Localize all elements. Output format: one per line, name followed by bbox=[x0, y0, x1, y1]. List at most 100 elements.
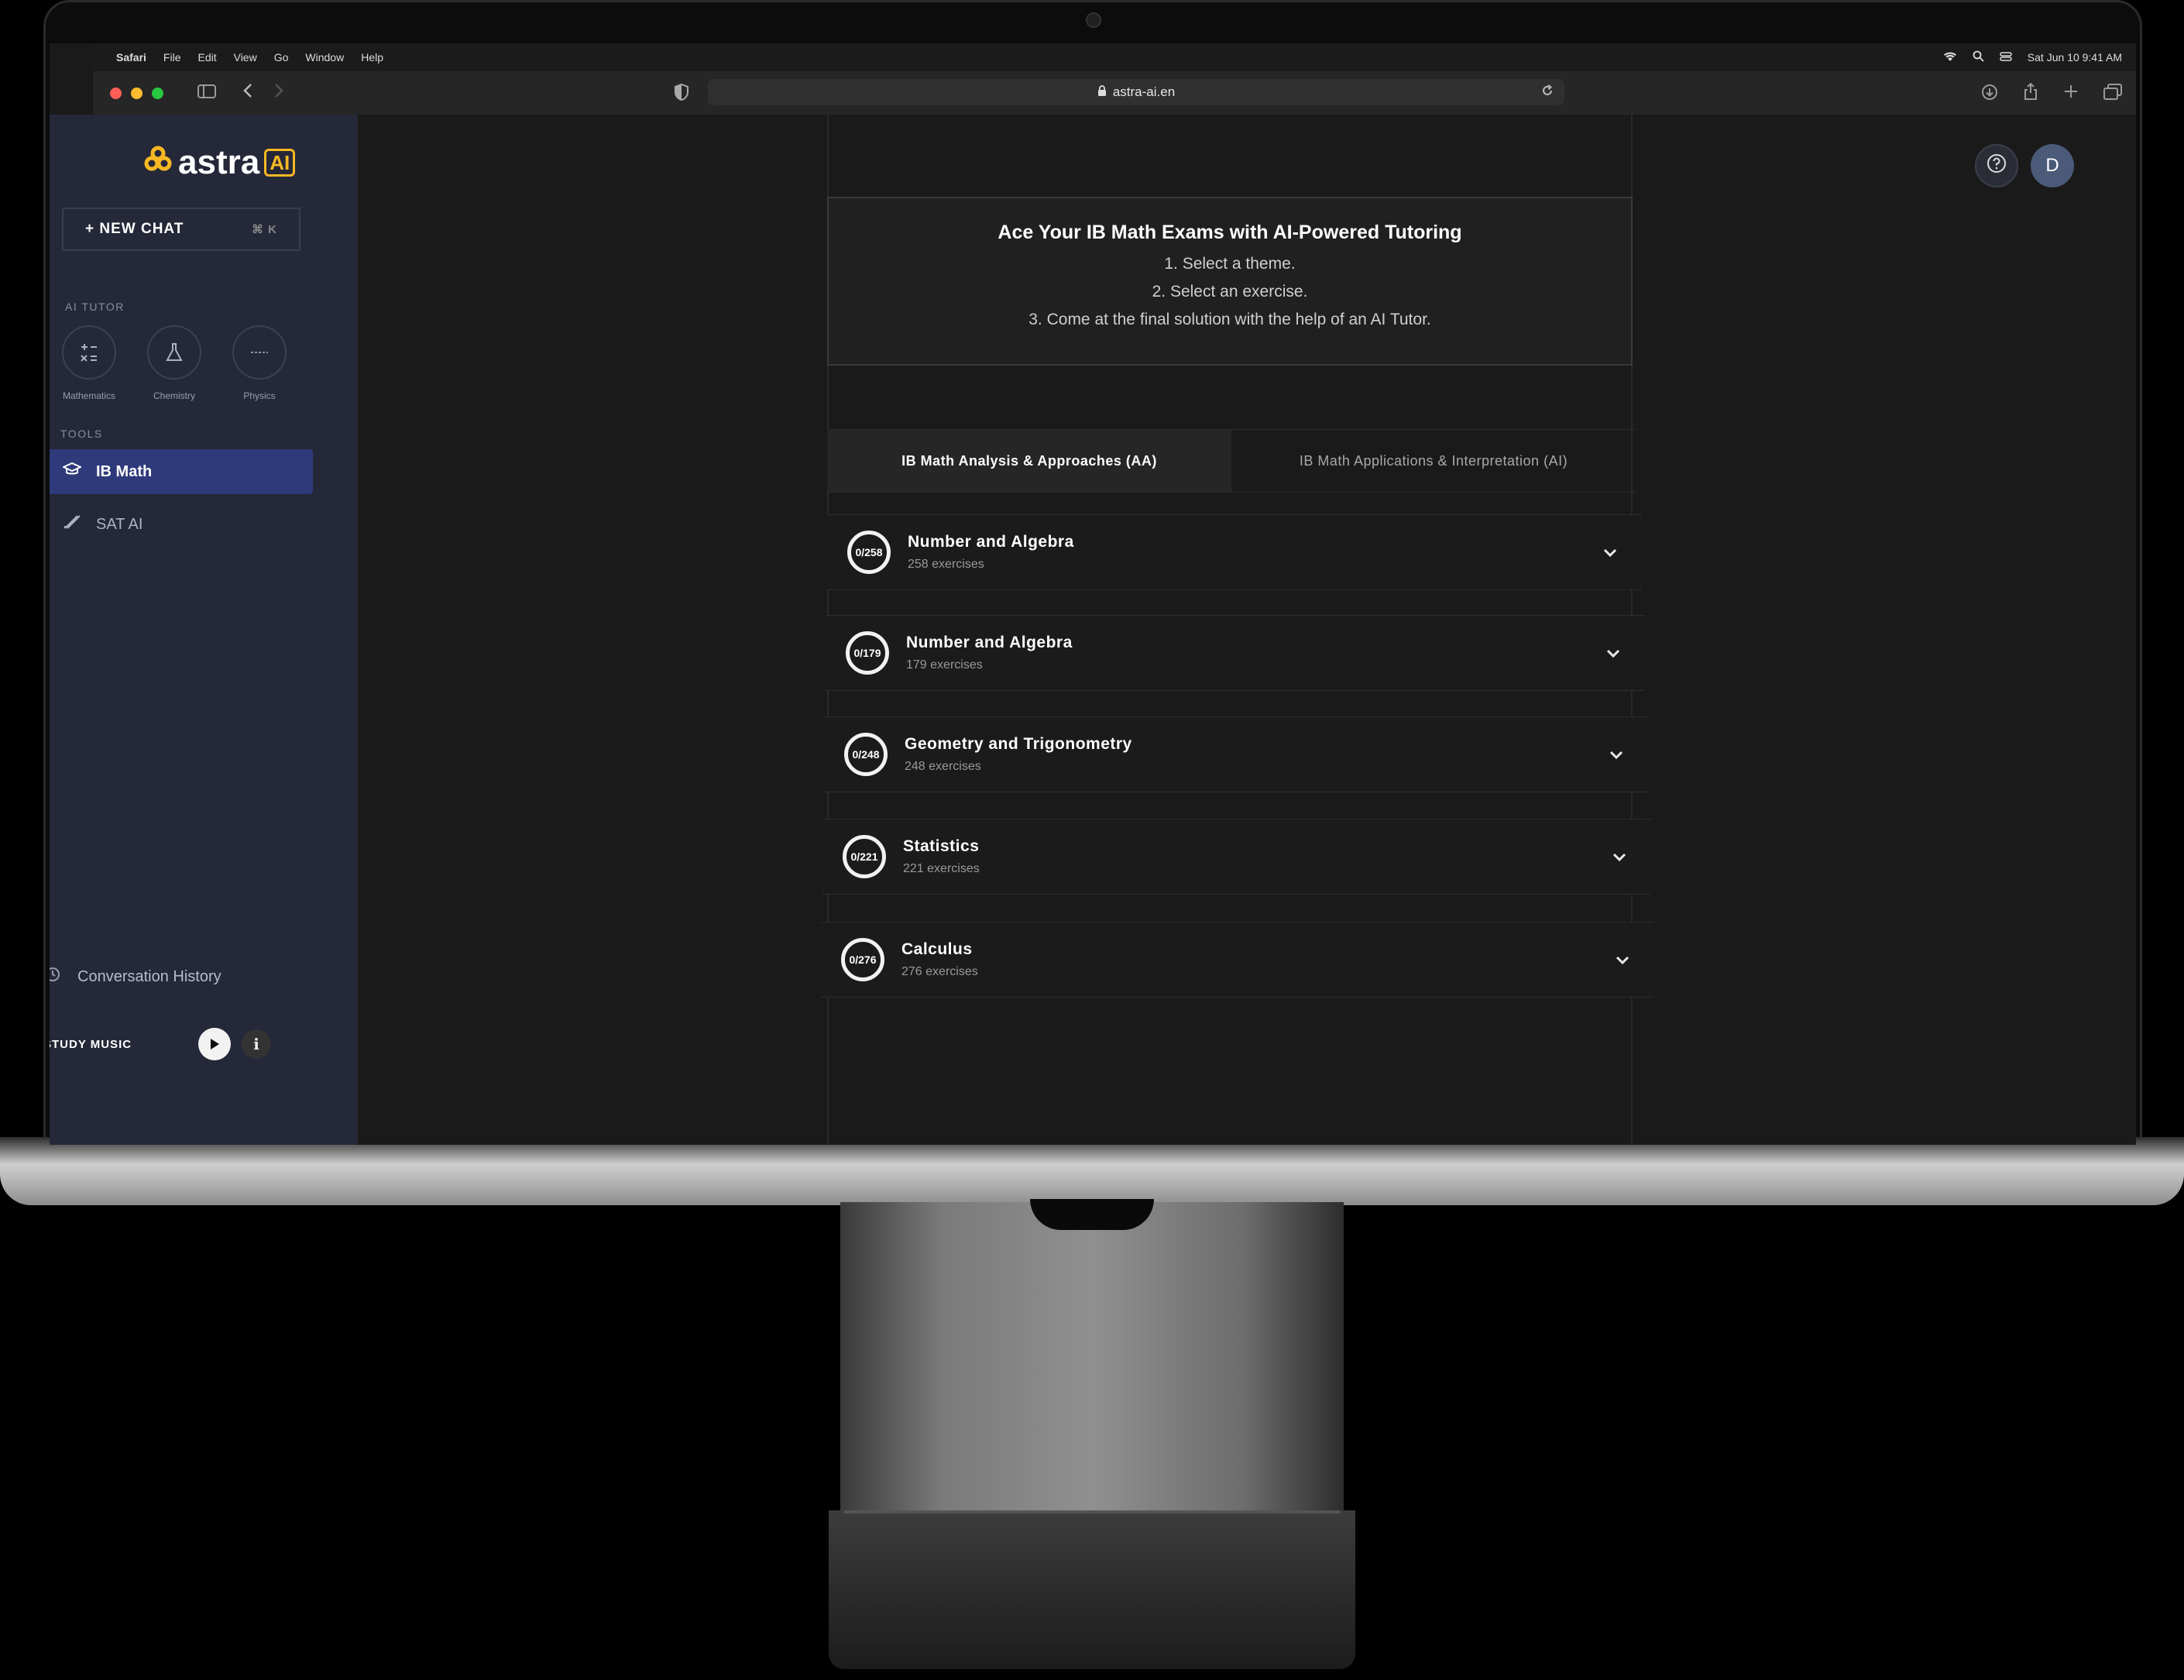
topic-name: Calculus bbox=[901, 940, 973, 958]
menubar-clock[interactable]: Sat Jun 10 9:41 AM bbox=[2028, 51, 2122, 64]
tutor-label: Chemistry bbox=[153, 390, 195, 401]
ai-tutor-section-label: AI TUTOR bbox=[65, 301, 125, 313]
menu-bar: Safari File Edit View Go Window Help Sat… bbox=[93, 43, 2136, 71]
new-tab-icon[interactable] bbox=[2063, 84, 2079, 104]
stand-notch bbox=[1030, 1199, 1154, 1230]
tool-ib-math[interactable]: IB Math bbox=[50, 449, 313, 494]
menu-edit[interactable]: Edit bbox=[197, 51, 216, 64]
graduation-cap-icon bbox=[61, 462, 83, 482]
lock-icon bbox=[1097, 84, 1107, 100]
tutor-physics[interactable]: Physics bbox=[232, 325, 287, 401]
new-chat-label: + NEW CHAT bbox=[85, 221, 184, 237]
topic-row[interactable]: 0/221 Statistics 221 exercises bbox=[822, 819, 1651, 895]
topic-name: Number and Algebra bbox=[908, 533, 1074, 551]
progress-ring: 0/276 bbox=[841, 938, 884, 981]
privacy-shield-icon[interactable] bbox=[674, 83, 689, 105]
chevron-down-icon[interactable] bbox=[1609, 744, 1623, 764]
address-bar[interactable]: astra-ai.en bbox=[708, 79, 1564, 105]
progress-ring: 0/179 bbox=[846, 631, 889, 675]
course-tabs: IB Math Analysis & Approaches (AA) IB Ma… bbox=[827, 429, 1636, 493]
wifi-icon[interactable] bbox=[1943, 51, 1957, 64]
topic-row[interactable]: 0/248 Geometry and Trigonometry 248 exer… bbox=[824, 716, 1648, 792]
minimize-window-button[interactable] bbox=[131, 87, 143, 99]
tool-sat-ai[interactable]: SAT AI bbox=[50, 502, 302, 547]
hero-step-1: 1. Select a theme. bbox=[1164, 255, 1296, 273]
menu-help[interactable]: Help bbox=[361, 51, 383, 64]
menu-go[interactable]: Go bbox=[274, 51, 289, 64]
share-icon[interactable] bbox=[2023, 82, 2038, 105]
stand-seam bbox=[844, 1510, 1340, 1513]
new-chat-button[interactable]: + NEW CHAT ⌘ K bbox=[62, 208, 300, 251]
zoom-window-button[interactable] bbox=[152, 87, 163, 99]
forward-icon[interactable] bbox=[273, 83, 284, 103]
tutor-label: Physics bbox=[243, 390, 276, 401]
hero-card: Ace Your IB Math Exams with AI-Powered T… bbox=[827, 197, 1633, 366]
camera-icon bbox=[1086, 12, 1101, 28]
tools-section-label: TOOLS bbox=[60, 428, 103, 440]
study-music-bar: STUDY MUSIC i bbox=[50, 1019, 290, 1069]
new-chat-shortcut: ⌘ K bbox=[252, 223, 277, 236]
menu-window[interactable]: Window bbox=[305, 51, 344, 64]
screen: Safari File Edit View Go Window Help Sat… bbox=[50, 43, 2136, 1145]
close-window-button[interactable] bbox=[110, 87, 122, 99]
tab-applications-interpretation[interactable]: IB Math Applications & Interpretation (A… bbox=[1231, 430, 1636, 492]
topic-name: Number and Algebra bbox=[906, 634, 1073, 651]
tool-label: IB Math bbox=[96, 462, 153, 480]
history-label: Conversation History bbox=[77, 967, 221, 985]
tab-overview-icon[interactable] bbox=[2103, 84, 2122, 105]
spotlight-search-icon[interactable] bbox=[1973, 50, 1984, 64]
logo-text: astra bbox=[178, 143, 260, 181]
url-text: astra-ai.en bbox=[1112, 84, 1176, 99]
topic-count: 248 exercises bbox=[905, 760, 981, 773]
control-center-icon[interactable] bbox=[2000, 51, 2012, 64]
history-clock-icon bbox=[50, 965, 62, 988]
sidebar: astra AI + NEW CHAT ⌘ K AI TUTOR Mathema… bbox=[50, 115, 358, 1145]
chevron-down-icon[interactable] bbox=[1606, 643, 1620, 663]
logo-badge: AI bbox=[264, 148, 296, 177]
atom-icon bbox=[232, 325, 287, 380]
monitor-chin bbox=[0, 1137, 2184, 1205]
topic-count: 276 exercises bbox=[901, 965, 978, 978]
hero-step-3: 3. Come at the final solution with the h… bbox=[1028, 311, 1431, 328]
topic-row[interactable]: 0/276 Calculus 276 exercises bbox=[821, 922, 1654, 998]
stand-base bbox=[829, 1510, 1355, 1669]
chevron-down-icon[interactable] bbox=[1616, 950, 1629, 970]
chevron-down-icon[interactable] bbox=[1612, 847, 1626, 867]
math-symbols-icon bbox=[62, 325, 116, 380]
chevron-down-icon[interactable] bbox=[1603, 542, 1617, 562]
topic-count: 258 exercises bbox=[908, 558, 984, 571]
flask-icon bbox=[147, 325, 201, 380]
topic-row[interactable]: 0/179 Number and Algebra 179 exercises bbox=[826, 615, 1645, 691]
avatar[interactable]: D bbox=[2031, 144, 2074, 187]
tab-analysis-approaches[interactable]: IB Math Analysis & Approaches (AA) bbox=[827, 430, 1231, 492]
back-icon[interactable] bbox=[242, 83, 253, 103]
pencil-ruler-icon bbox=[62, 514, 82, 535]
topic-count: 221 exercises bbox=[903, 862, 980, 875]
sidebar-toggle-icon[interactable] bbox=[197, 83, 216, 103]
tool-label: SAT AI bbox=[96, 515, 143, 533]
study-music-label: STUDY MUSIC bbox=[50, 1037, 132, 1051]
astra-logo-mark-icon bbox=[143, 143, 173, 182]
astra-logo[interactable]: astra AI bbox=[143, 143, 296, 182]
hero-step-2: 2. Select an exercise. bbox=[1152, 283, 1308, 301]
topic-row[interactable]: 0/258 Number and Algebra 258 exercises bbox=[827, 514, 1642, 590]
browser-toolbar: astra-ai.en bbox=[93, 71, 2136, 115]
progress-ring: 0/248 bbox=[844, 733, 888, 776]
info-icon[interactable]: i bbox=[242, 1029, 271, 1059]
conversation-history-link[interactable]: Conversation History bbox=[50, 965, 221, 988]
topic-count: 179 exercises bbox=[906, 658, 983, 672]
progress-ring: 0/221 bbox=[843, 835, 886, 878]
menu-file[interactable]: File bbox=[163, 51, 181, 64]
play-icon[interactable] bbox=[198, 1028, 231, 1060]
downloads-icon[interactable] bbox=[1981, 84, 1998, 105]
menu-safari[interactable]: Safari bbox=[116, 51, 146, 64]
reload-icon[interactable] bbox=[1541, 84, 1554, 101]
topic-name: Geometry and Trigonometry bbox=[905, 735, 1132, 753]
help-button[interactable] bbox=[1975, 144, 2018, 187]
question-mark-icon bbox=[1987, 153, 2007, 179]
tutor-mathematics[interactable]: Mathematics bbox=[62, 325, 116, 401]
progress-ring: 0/258 bbox=[847, 531, 891, 574]
topic-name: Statistics bbox=[903, 837, 980, 855]
tutor-chemistry[interactable]: Chemistry bbox=[147, 325, 201, 401]
menu-view[interactable]: View bbox=[234, 51, 257, 64]
